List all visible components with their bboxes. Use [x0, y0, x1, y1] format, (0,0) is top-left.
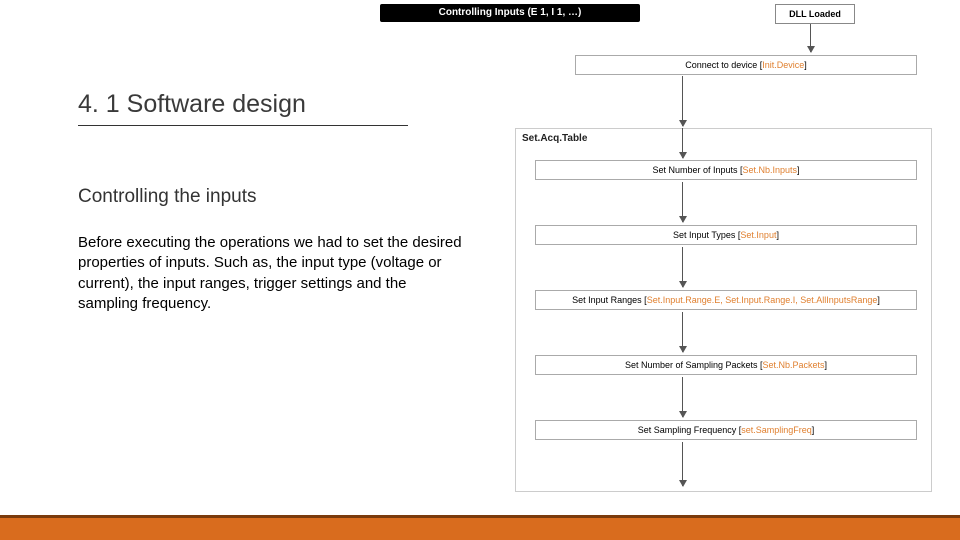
box-dll-loaded: DLL Loaded	[775, 4, 855, 24]
box-text: Connect to device [	[685, 60, 762, 70]
section-subheading: Controlling the inputs	[78, 186, 478, 208]
diagram-title: Controlling Inputs (E 1, I 1, …)	[380, 4, 640, 22]
box-connect-device: Connect to device [Init.Device]	[575, 55, 917, 75]
box-text: ]	[776, 230, 779, 240]
box-text: Set Input Ranges [	[572, 295, 647, 305]
arrow-icon	[810, 24, 811, 52]
box-set-nb-packets: Set Number of Sampling Packets [Set.Nb.P…	[535, 355, 917, 375]
arrow-icon	[682, 182, 683, 222]
box-text: ]	[812, 425, 815, 435]
body-paragraph: Before executing the operations we had t…	[78, 233, 468, 314]
flow-diagram: Controlling Inputs (E 1, I 1, …) DLL Loa…	[510, 0, 940, 500]
footer-bar	[0, 518, 960, 540]
box-text: ]	[825, 360, 828, 370]
box-set-sampling-freq: Set Sampling Frequency [set.SamplingFreq…	[535, 420, 917, 440]
box-fn: Init.Device	[762, 60, 804, 70]
box-text: Set Input Types [	[673, 230, 740, 240]
box-text: Set Sampling Frequency [	[638, 425, 742, 435]
arrow-icon	[682, 377, 683, 417]
section-label: Set.Acq.Table	[522, 133, 587, 144]
box-fn: Set.Nb.Inputs	[742, 165, 797, 175]
box-fn: Set.Input	[740, 230, 776, 240]
arrow-icon	[682, 247, 683, 287]
box-fn: Set.Nb.Packets	[763, 360, 825, 370]
arrow-icon	[682, 312, 683, 352]
arrow-icon	[682, 128, 683, 158]
box-set-input-ranges: Set Input Ranges [Set.Input.Range.E, Set…	[535, 290, 917, 310]
slide: 4. 1 Software design Controlling the inp…	[0, 0, 960, 540]
box-set-input-types: Set Input Types [Set.Input]	[535, 225, 917, 245]
box-fn: Set.Input.Range.E, Set.Input.Range.I, Se…	[647, 295, 878, 305]
text-column: 4. 1 Software design Controlling the inp…	[78, 90, 478, 314]
section-heading: 4. 1 Software design	[78, 90, 408, 126]
box-text: ]	[797, 165, 800, 175]
box-text: ]	[877, 295, 880, 305]
arrow-icon	[682, 442, 683, 486]
box-text: Set Number of Inputs [	[652, 165, 742, 175]
arrow-icon	[682, 76, 683, 126]
box-text: Set Number of Sampling Packets [	[625, 360, 763, 370]
box-text: ]	[804, 60, 807, 70]
box-fn: set.SamplingFreq	[741, 425, 812, 435]
box-set-nb-inputs: Set Number of Inputs [Set.Nb.Inputs]	[535, 160, 917, 180]
